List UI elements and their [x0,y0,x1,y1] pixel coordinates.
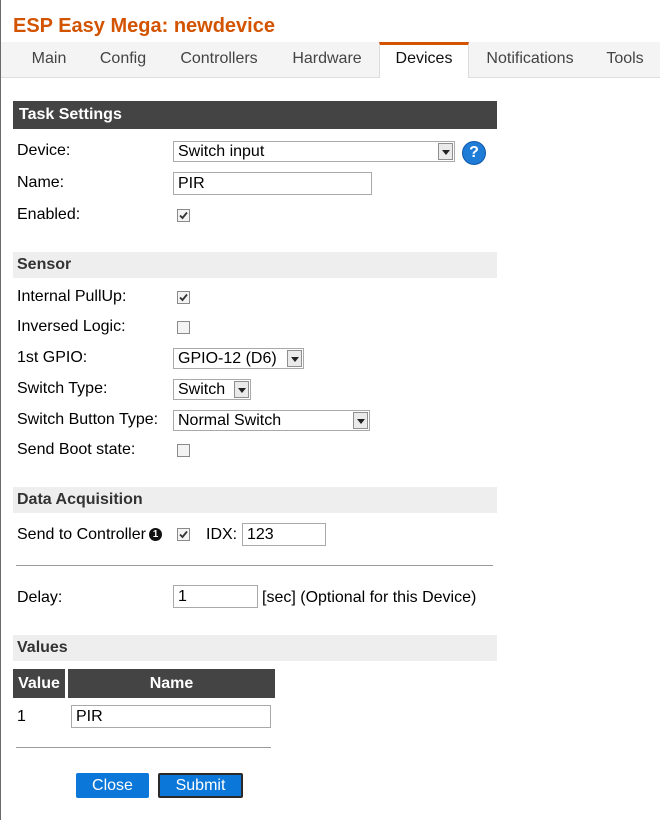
idx-input[interactable] [242,523,326,546]
page-title: ESP Easy Mega: newdevice [13,15,275,37]
data-acquisition-header: Data Acquisition [13,487,497,513]
main-menu: Main Config Controllers Hardware Devices… [1,42,660,78]
chevron-down-icon [438,143,453,160]
checkmark-icon [179,530,188,539]
sensor-header: Sensor [13,252,497,278]
chevron-down-icon [353,412,368,429]
pullup-label: Internal PullUp: [17,288,127,305]
checkmark-icon [179,211,188,220]
name-label: Name: [17,174,65,191]
name-input[interactable] [173,172,372,195]
boot-state-checkbox[interactable] [177,444,190,457]
switch-type-select[interactable]: Switch [173,379,251,400]
enabled-checkbox[interactable] [177,209,190,222]
chevron-down-icon [234,381,249,398]
send-to-controller-label: Send to Controller [17,526,146,543]
gpio-select-value: GPIO-12 (D6) [178,350,277,367]
button-type-select-value: Normal Switch [178,412,282,429]
tab-controllers[interactable]: Controllers [163,42,275,77]
idx-label: IDX: [206,526,238,543]
divider [16,565,493,566]
inversed-logic-label: Inversed Logic: [17,318,126,335]
inversed-logic-checkbox[interactable] [177,321,190,334]
send-to-controller-checkbox[interactable] [177,528,190,541]
device-select-value: Switch input [178,143,265,160]
delay-label: Delay: [17,589,63,606]
task-settings-header: Task Settings [13,101,497,129]
device-select[interactable]: Switch input [173,141,455,162]
divider [16,747,271,748]
delay-unit-label: [sec] (Optional for this Device) [262,589,477,606]
tab-hardware[interactable]: Hardware [279,42,375,77]
enabled-label: Enabled: [17,206,81,223]
submit-button[interactable]: Submit [158,773,243,798]
values-column-name: Name [68,669,275,698]
tab-config[interactable]: Config [87,42,159,77]
chevron-down-icon [287,350,302,367]
boot-state-label: Send Boot state: [17,441,136,458]
pullup-checkbox[interactable] [177,291,190,304]
values-header: Values [13,635,497,661]
help-icon[interactable]: ? [462,141,486,165]
tab-tools[interactable]: Tools [593,42,657,77]
tab-notifications[interactable]: Notifications [473,42,587,77]
button-type-select[interactable]: Normal Switch [173,410,370,431]
close-button[interactable]: Close [76,773,149,798]
value-row-index: 1 [17,708,26,725]
values-column-value: Value [13,669,65,698]
gpio-select[interactable]: GPIO-12 (D6) [173,348,304,369]
switch-type-select-value: Switch [178,381,226,398]
delay-input[interactable] [173,585,258,608]
info-icon[interactable]: 1 [149,528,162,541]
tab-devices[interactable]: Devices [379,42,469,78]
device-label: Device: [17,142,71,159]
tab-main[interactable]: Main [15,42,83,77]
button-type-label: Switch Button Type: [17,411,159,428]
value-name-input[interactable] [71,705,271,728]
switch-type-label: Switch Type: [17,380,108,397]
checkmark-icon [179,293,188,302]
gpio-label: 1st GPIO: [17,349,88,366]
window-left-border [0,0,1,820]
